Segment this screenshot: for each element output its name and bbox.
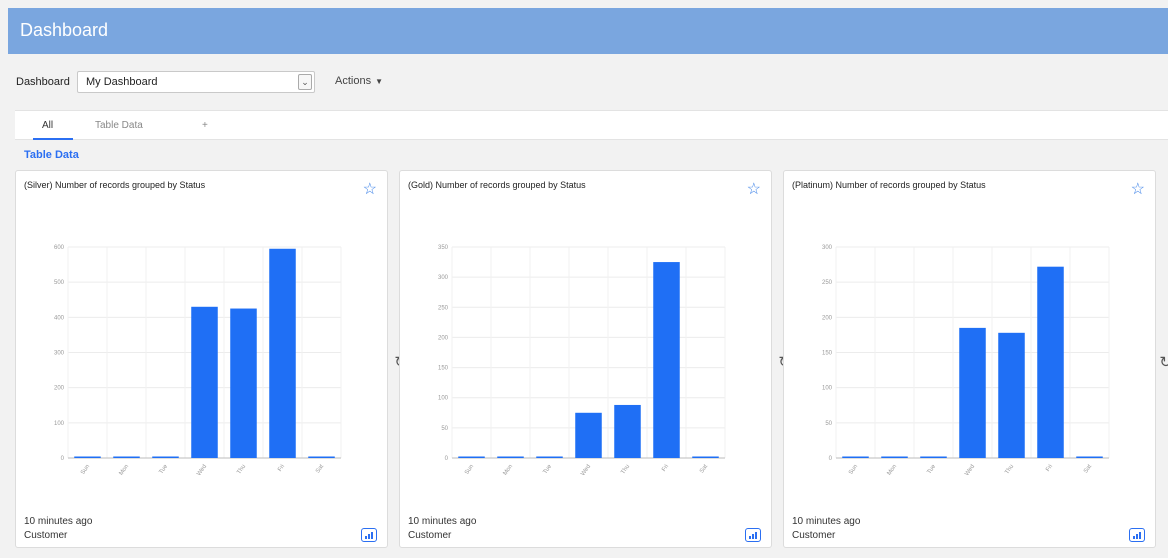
bar[interactable] xyxy=(614,404,641,458)
y-tick-label: 0 xyxy=(61,456,65,462)
page-title: Dashboard xyxy=(20,20,109,40)
x-tick-label: Fri xyxy=(277,464,286,473)
bar[interactable] xyxy=(230,308,257,458)
y-tick-label: 100 xyxy=(438,396,449,402)
section-table-data-link[interactable]: Table Data xyxy=(24,149,79,161)
bar[interactable] xyxy=(152,456,179,459)
tab-bar: All Table Data + xyxy=(15,110,1168,140)
x-tick-label: Fri xyxy=(1045,464,1054,473)
x-tick-label: Mon xyxy=(887,464,899,477)
y-tick-label: 300 xyxy=(822,245,833,251)
tab-table-data[interactable]: Table Data xyxy=(95,120,143,131)
active-tab-indicator xyxy=(33,138,73,140)
y-tick-label: 100 xyxy=(822,386,833,392)
tab-add[interactable]: + xyxy=(202,120,208,131)
chart-card-platinum: (Platinum) Number of records grouped by … xyxy=(783,170,1168,548)
bar[interactable] xyxy=(191,306,218,458)
x-tick-label: Sat xyxy=(699,463,709,474)
bar[interactable] xyxy=(458,456,485,459)
dashboard-label: Dashboard xyxy=(16,76,70,88)
y-tick-label: 0 xyxy=(829,456,833,462)
x-tick-label: Mon xyxy=(503,464,515,477)
bar[interactable] xyxy=(269,248,296,458)
dashboard-select[interactable]: My Dashboard ⌄ xyxy=(77,71,315,93)
y-tick-label: 600 xyxy=(54,245,65,251)
bar[interactable] xyxy=(1037,266,1064,458)
bar-chart: 0 50 100 150 200 250 300 Sun Mon Tue Wed Thu Fri Sat xyxy=(822,245,1110,477)
bar[interactable] xyxy=(998,332,1025,458)
bar[interactable] xyxy=(959,327,986,458)
bar[interactable] xyxy=(113,456,140,459)
y-tick-label: 300 xyxy=(54,351,65,357)
x-tick-label: Wed xyxy=(196,464,208,477)
bar-chart: 0 50 100 150 200 250 300 350 Sun Mon Tue Wed Thu Fri S… xyxy=(438,245,726,477)
chevron-down-icon[interactable]: ⌄ xyxy=(298,74,312,90)
dashboard-select-value: My Dashboard xyxy=(86,76,158,88)
dashboard-toolbar: Dashboard My Dashboard ⌄ Actions ▼ xyxy=(8,68,1168,98)
y-tick-label: 250 xyxy=(438,305,449,311)
y-tick-label: 150 xyxy=(822,351,833,357)
y-tick-label: 300 xyxy=(438,275,449,281)
x-tick-label: Thu xyxy=(1004,464,1015,476)
x-tick-label: Sun xyxy=(464,464,475,476)
bar[interactable] xyxy=(881,456,908,459)
bar[interactable] xyxy=(842,456,869,459)
caret-down-icon: ▼ xyxy=(375,77,383,86)
x-tick-label: Fri xyxy=(661,464,670,473)
y-tick-label: 500 xyxy=(54,280,65,286)
actions-label: Actions xyxy=(335,75,372,87)
chart-view-icon[interactable] xyxy=(745,528,761,542)
y-tick-label: 250 xyxy=(822,280,833,286)
updated-time: 10 minutes ago xyxy=(792,516,861,527)
chart-view-icon[interactable] xyxy=(361,528,377,542)
actions-menu-button[interactable]: Actions ▼ xyxy=(335,75,383,87)
updated-time: 10 minutes ago xyxy=(24,516,93,527)
x-tick-label: Tue xyxy=(158,463,169,475)
tab-all[interactable]: All xyxy=(42,120,53,131)
card-owner: Customer xyxy=(408,530,452,541)
chart-card-gold: (Gold) Number of records grouped by Stat… xyxy=(399,170,791,548)
bar[interactable] xyxy=(1076,456,1103,459)
y-tick-label: 100 xyxy=(54,421,65,427)
bar[interactable] xyxy=(653,262,680,458)
refresh-icon[interactable]: ↻ xyxy=(1159,353,1168,371)
y-tick-label: 200 xyxy=(822,315,833,321)
bar[interactable] xyxy=(536,456,563,459)
app-header: Dashboard xyxy=(8,8,1168,54)
y-tick-label: 50 xyxy=(441,426,448,432)
x-tick-label: Sat xyxy=(1083,463,1093,474)
bar[interactable] xyxy=(74,456,101,459)
x-tick-label: Sun xyxy=(80,464,91,476)
x-tick-label: Sun xyxy=(848,464,859,476)
y-tick-label: 350 xyxy=(438,245,449,251)
bar[interactable] xyxy=(692,456,719,459)
y-tick-label: 400 xyxy=(54,315,65,321)
updated-time: 10 minutes ago xyxy=(408,516,477,527)
chart-view-icon[interactable] xyxy=(1129,528,1145,542)
bar[interactable] xyxy=(308,456,335,459)
y-tick-label: 150 xyxy=(438,366,449,372)
bar-chart: 0 100 200 300 400 500 600 Sun Mon Tue Wed Thu Fri Sat xyxy=(54,245,342,477)
x-tick-label: Sat xyxy=(315,463,325,474)
x-tick-label: Thu xyxy=(620,464,631,476)
card-owner: Customer xyxy=(792,530,836,541)
bar[interactable] xyxy=(920,456,947,459)
x-tick-label: Tue xyxy=(542,463,553,475)
card-owner: Customer xyxy=(24,530,68,541)
x-tick-label: Mon xyxy=(119,464,131,477)
x-tick-label: Thu xyxy=(236,464,247,476)
x-tick-label: Tue xyxy=(926,463,937,475)
y-tick-label: 0 xyxy=(445,456,449,462)
y-tick-label: 200 xyxy=(438,335,449,341)
x-tick-label: Wed xyxy=(580,464,592,477)
x-tick-label: Wed xyxy=(964,464,976,477)
bar[interactable] xyxy=(497,456,524,459)
y-tick-label: 200 xyxy=(54,386,65,392)
chart-card-silver: (Silver) Number of records grouped by St… xyxy=(15,170,407,548)
bar[interactable] xyxy=(575,412,602,458)
y-tick-label: 50 xyxy=(825,421,832,427)
